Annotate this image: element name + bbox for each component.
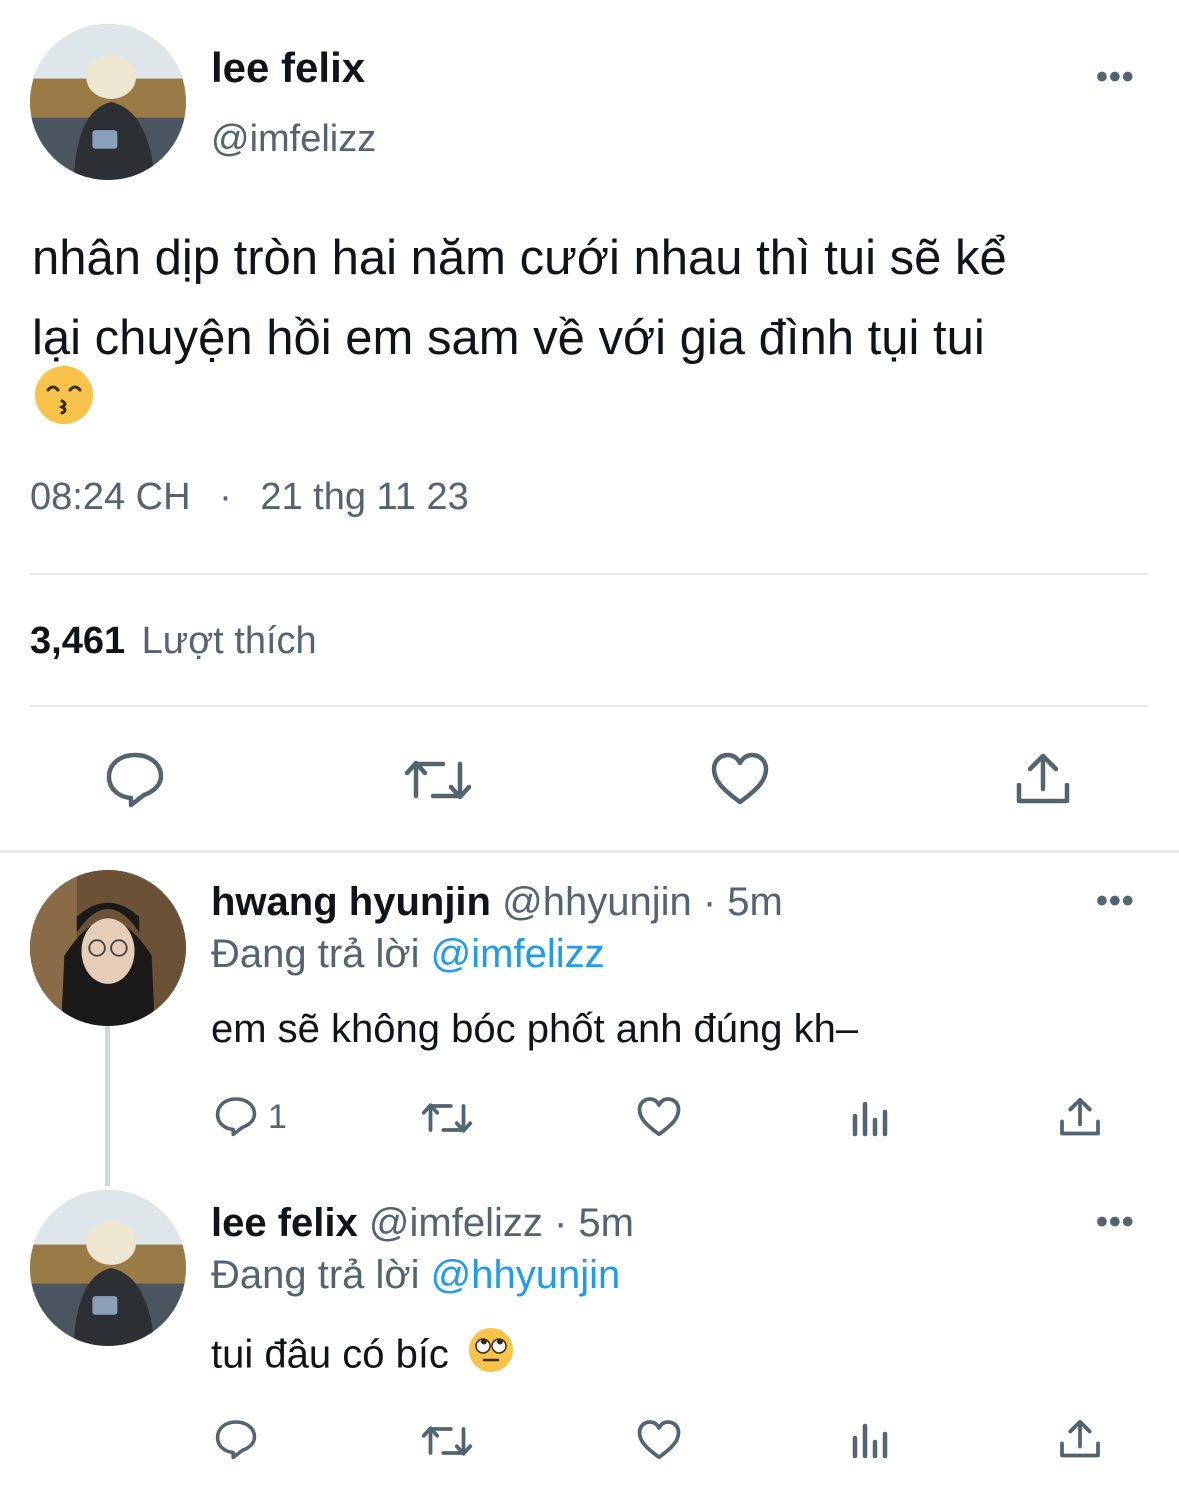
divider (30, 573, 1148, 575)
divider (30, 705, 1148, 707)
reply-text: em sẽ không bóc phốt anh đúng kh– (211, 1007, 859, 1051)
timestamp-separator: · (219, 476, 232, 518)
tweet-date: 21 thg 11 23 (260, 476, 469, 518)
thread-connector (105, 1024, 110, 1186)
likes-count: 3,461 (30, 620, 126, 662)
analytics-icon[interactable] (850, 1098, 890, 1138)
replying-to: Đang trả lời @hhyunjin (211, 1253, 620, 1298)
avatar-photo (30, 870, 186, 1026)
replying-to-link[interactable]: @imfelizz (431, 932, 605, 976)
reply-text-row: tui đâu có bíc (211, 1327, 514, 1383)
replying-to: Đang trả lời @imfelizz (211, 932, 605, 977)
tweet-text-line: nhân dịp tròn hai năm cưới nhau thì tui … (32, 231, 1007, 285)
reply-text: tui đâu có bíc (211, 1332, 449, 1377)
replying-to-link[interactable]: @hhyunjin (431, 1253, 621, 1297)
retweet-icon[interactable] (420, 1097, 474, 1139)
section-divider (0, 850, 1179, 853)
share-icon[interactable] (1058, 1096, 1102, 1138)
reply-icon[interactable] (214, 1095, 258, 1137)
author-handle[interactable]: @imfelizz (211, 118, 376, 161)
retweet-icon[interactable] (420, 1420, 474, 1462)
tweet-timestamp[interactable]: 08:24 CH · 21 thg 11 23 (30, 476, 469, 519)
reply-author-name[interactable]: lee felix (211, 1201, 358, 1245)
avatar-hwang-hyunjin[interactable] (30, 870, 186, 1026)
reply-count: 1 (268, 1098, 287, 1136)
replying-to-label: Đang trả lời (211, 1253, 420, 1297)
avatar-lee-felix[interactable] (30, 24, 186, 180)
analytics-icon[interactable] (850, 1420, 890, 1460)
rolling-eyes-emoji-icon (468, 1327, 514, 1383)
reply-header: lee felix @imfelizz · 5m (211, 1201, 634, 1246)
reply-time: · 5m (553, 1201, 634, 1245)
like-heart-icon[interactable] (710, 751, 770, 807)
reply-author-handle[interactable]: @imfelizz (369, 1201, 543, 1245)
more-options-icon[interactable]: ••• (1096, 884, 1135, 918)
reply-icon[interactable] (214, 1418, 258, 1460)
reply-author-name[interactable]: hwang hyunjin (211, 880, 491, 924)
retweet-icon[interactable] (403, 752, 473, 808)
likes-stat[interactable]: 3,461 Lượt thích (30, 620, 317, 663)
like-heart-icon[interactable] (636, 1096, 682, 1138)
avatar-photo (30, 24, 186, 180)
replying-to-label: Đang trả lời (211, 932, 420, 976)
tweet-text: nhân dịp tròn hai năm cưới nhau thì tui … (32, 218, 1162, 378)
avatar-photo (30, 1190, 186, 1346)
share-icon[interactable] (1058, 1418, 1102, 1460)
author-name[interactable]: lee felix (211, 44, 365, 92)
share-icon[interactable] (1014, 751, 1072, 807)
avatar-lee-felix[interactable] (30, 1190, 186, 1346)
tweet-time: 08:24 CH (30, 476, 191, 518)
reply-author-handle[interactable]: @hhyunjin (502, 880, 692, 924)
more-options-icon[interactable]: ••• (1096, 60, 1135, 94)
more-options-icon[interactable]: ••• (1096, 1205, 1135, 1239)
reply-time: · 5m (702, 880, 783, 924)
reply-header: hwang hyunjin @hhyunjin · 5m (211, 880, 783, 925)
likes-label: Lượt thích (141, 620, 317, 662)
reply-icon[interactable] (104, 750, 166, 808)
tweet-text-line: lại chuyện hồi em sam về với gia đình tụ… (32, 311, 985, 365)
like-heart-icon[interactable] (636, 1419, 682, 1461)
kissing-face-emoji-icon (34, 365, 94, 430)
